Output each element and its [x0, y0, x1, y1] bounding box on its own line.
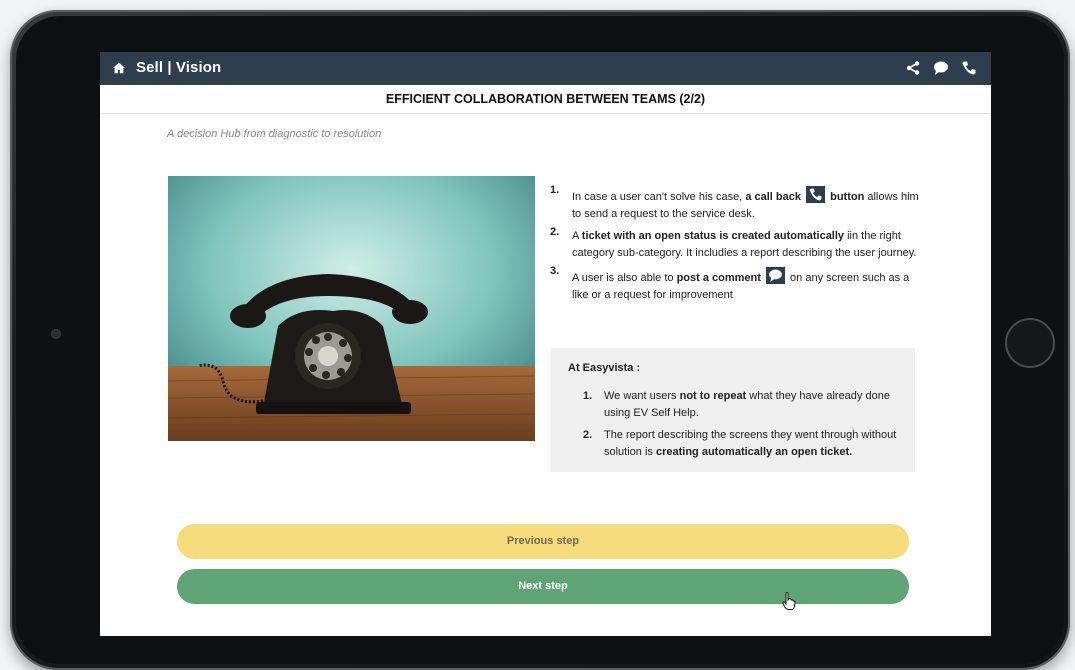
vintage-phone-image — [168, 176, 535, 441]
page-subtitle: A decision Hub from diagnostic to resolu… — [167, 128, 382, 140]
list-item: 1. In case a user can't solve his case, … — [550, 184, 919, 220]
share-icon[interactable] — [905, 60, 921, 76]
steps-list: 1. In case a user can't solve his case, … — [550, 184, 920, 309]
list-item: 2. The report describing the screens the… — [583, 429, 897, 458]
camera-icon — [52, 330, 60, 338]
list-item: 2. A ticket with an open status is creat… — [550, 226, 917, 259]
chat-icon[interactable] — [933, 60, 949, 76]
next-step-button[interactable]: Next step — [177, 569, 909, 604]
list-item: 3. A user is also able to post a comment… — [550, 265, 910, 301]
phone-icon[interactable] — [961, 60, 977, 76]
top-bar: Sell | Vision — [100, 52, 991, 85]
callout-heading: At Easyvista : — [568, 362, 641, 374]
easyvista-callout: At Easyvista : 1. We want users not to r… — [551, 348, 915, 472]
app-screen: Sell | Vision EFFICIENT COLLABORATION BE… — [100, 52, 991, 636]
brand-label: Sell | Vision — [136, 59, 222, 76]
chat-icon — [765, 267, 785, 284]
hand-cursor-icon — [782, 592, 796, 610]
home-icon[interactable] — [112, 61, 126, 75]
previous-step-button[interactable]: Previous step — [177, 524, 909, 559]
home-button[interactable] — [1005, 318, 1055, 368]
list-item: 1. We want users not to repeat what they… — [583, 390, 890, 419]
page-title: EFFICIENT COLLABORATION BETWEEN TEAMS (2… — [100, 85, 991, 114]
brand[interactable]: Sell | Vision — [112, 59, 221, 76]
phone-icon — [806, 186, 826, 203]
